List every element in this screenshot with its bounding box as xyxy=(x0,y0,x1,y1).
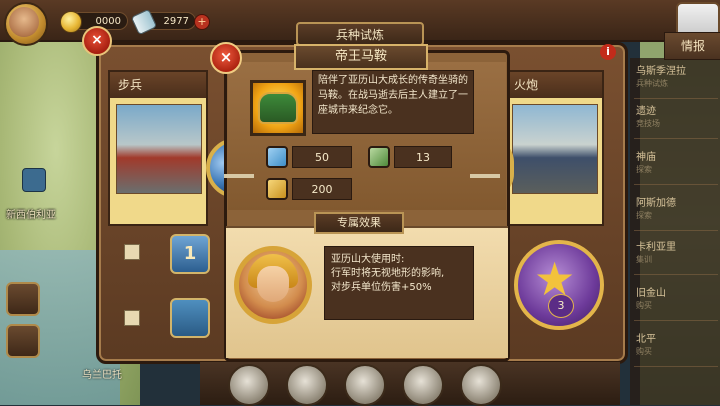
main-close-button[interactable]: × xyxy=(82,26,112,56)
star-count: 3 xyxy=(548,294,574,318)
list-item-title: 遗迹 xyxy=(636,106,656,117)
list-item-title: 神庙 xyxy=(636,152,656,163)
right-info-list: 乌斯季涅拉 兵种试炼 遗迹 竞技场 神庙 探索 阿斯加德 探索 卡利亚里 集训 … xyxy=(630,58,720,405)
list-item[interactable]: 卡利亚里 集训 xyxy=(634,236,718,275)
unit-title: 火炮 xyxy=(506,72,602,98)
helmet-icon[interactable] xyxy=(228,364,270,406)
dialog-close-button[interactable]: × xyxy=(210,42,242,74)
list-item[interactable]: 阿斯加德 探索 xyxy=(634,192,718,231)
right-trident-ornament xyxy=(470,174,500,178)
dialog-title: 帝王马鞍 xyxy=(294,44,428,70)
effect-description: 亚历山大使用时: 行军时将无视地形的影响, 对步兵单位伤害+50% xyxy=(324,246,474,320)
list-item-sub: 兵种试炼 xyxy=(636,79,668,88)
list-item-sub: 集训 xyxy=(636,255,652,264)
list-item-title: 阿斯加德 xyxy=(636,198,676,209)
book-icon[interactable] xyxy=(402,364,444,406)
tab-intel[interactable]: 情报 xyxy=(664,32,720,60)
slot-peg xyxy=(124,244,140,260)
map-bottom-label[interactable]: 乌兰巴托 xyxy=(82,366,122,381)
unit-card-infantry[interactable]: 步兵 xyxy=(108,70,208,226)
hero-face xyxy=(257,266,289,302)
settings-gear-button[interactable] xyxy=(6,324,40,358)
sword-icon xyxy=(266,146,288,168)
shield-icon[interactable] xyxy=(286,364,328,406)
infantry-art xyxy=(116,104,202,194)
main-window-title: 兵种试炼 xyxy=(296,22,424,46)
horse-icon xyxy=(266,178,288,200)
exclusive-effect-title: 专属效果 xyxy=(314,212,404,234)
trophy-button[interactable] xyxy=(6,282,40,316)
city-flag-icon[interactable] xyxy=(22,168,46,192)
effect-line: 行军时将无视地形的影响, xyxy=(331,268,445,279)
stat-move: 13 xyxy=(394,146,452,168)
artillery-art xyxy=(512,104,598,194)
list-item[interactable]: 神庙 探索 xyxy=(634,146,718,185)
unit-card-artillery[interactable]: 火炮 xyxy=(504,70,604,226)
stat-attack: 50 xyxy=(292,146,352,168)
saddle-icon xyxy=(258,92,298,124)
add-resource-button[interactable]: + xyxy=(194,14,210,30)
list-item[interactable]: 旧金山 购买 xyxy=(634,282,718,321)
list-item-sub: 竞技场 xyxy=(636,119,660,128)
cannon-icon[interactable] xyxy=(460,364,502,406)
list-item[interactable]: 北平 购买 xyxy=(634,328,718,367)
stat-hp: 200 xyxy=(292,178,352,200)
slot-peg xyxy=(124,310,140,326)
unit-level-badge[interactable]: 1 xyxy=(170,234,210,274)
list-item-title: 北平 xyxy=(636,334,656,345)
list-item-title: 旧金山 xyxy=(636,288,666,299)
boot-icon xyxy=(368,146,390,168)
list-item-title: 卡利亚里 xyxy=(636,242,676,253)
list-item[interactable]: 乌斯季涅拉 兵种试炼 xyxy=(634,60,718,99)
list-item[interactable]: 遗迹 竞技场 xyxy=(634,100,718,139)
gold-coin-icon xyxy=(60,11,82,33)
list-item-sub: 购买 xyxy=(636,347,652,356)
effect-line: 对步兵单位伤害+50% xyxy=(331,282,432,293)
horse-icon[interactable] xyxy=(344,364,386,406)
info-button[interactable]: i xyxy=(600,44,616,60)
item-description: 陪伴了亚历山大成长的传奇坐骑的马鞍。在战马逝去后主人建立了一座城市来纪念它。 xyxy=(312,70,474,134)
unit-title: 步兵 xyxy=(110,72,206,98)
left-trident-ornament xyxy=(224,174,254,178)
list-item-sub: 探索 xyxy=(636,165,652,174)
list-item-sub: 探索 xyxy=(636,211,652,220)
avatar-face xyxy=(9,7,39,37)
effect-line: 亚历山大使用时: xyxy=(331,254,405,265)
list-item-sub: 购买 xyxy=(636,301,652,310)
lock-icon[interactable] xyxy=(170,298,210,338)
list-item-title: 乌斯季涅拉 xyxy=(636,66,686,77)
city-label[interactable]: 新西伯利亚 xyxy=(6,206,56,221)
